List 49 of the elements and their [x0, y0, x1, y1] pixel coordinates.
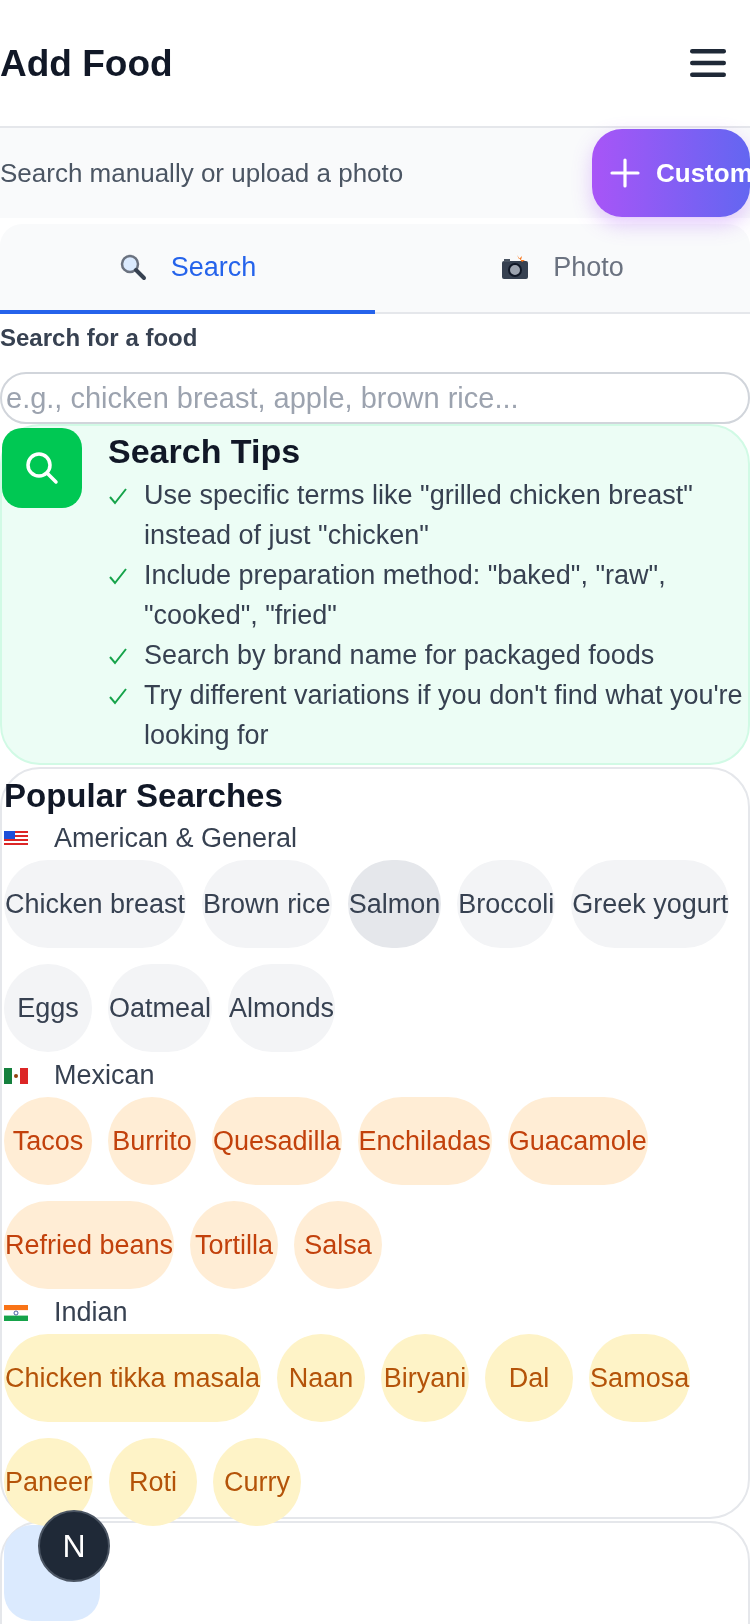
food-chip[interactable]: Greek yogurt — [571, 860, 730, 948]
food-chip[interactable]: Samosa — [589, 1334, 691, 1422]
food-chip[interactable]: Quesadilla — [212, 1097, 342, 1185]
group-label: American & General — [54, 823, 298, 854]
tips-title: Search Tips — [108, 432, 302, 471]
subtitle: Search manually or upload a photo — [0, 157, 404, 189]
food-chip[interactable]: Tacos — [4, 1097, 92, 1185]
menu-icon[interactable] — [690, 49, 726, 77]
flag-icon — [4, 1067, 28, 1084]
food-chip[interactable]: Naan — [277, 1334, 366, 1422]
tip-text: Try different variations if you don't find what you're looking for — [144, 679, 744, 752]
magnifier-icon — [118, 253, 147, 281]
food-chip[interactable]: Dal — [485, 1334, 574, 1422]
food-chip[interactable]: Refried beans — [4, 1201, 175, 1289]
check-icon — [108, 486, 128, 506]
food-chip[interactable]: Paneer — [4, 1438, 94, 1526]
food-chip[interactable]: Roti — [109, 1438, 198, 1526]
check-icon — [108, 686, 128, 706]
food-chip[interactable]: Oatmeal — [108, 964, 213, 1052]
tip-text: Include preparation method: "baked", "raw", "cooked", "fried" — [144, 559, 667, 632]
plus-icon — [610, 158, 640, 188]
food-chip[interactable]: Biryani — [381, 1334, 470, 1422]
food-chip[interactable]: Chicken breast — [4, 860, 187, 948]
flag-icon — [4, 830, 28, 847]
group-label: Indian — [54, 1297, 128, 1328]
food-chip[interactable]: Eggs — [4, 964, 92, 1052]
tab[interactable]: Photo — [375, 224, 750, 314]
food-chip[interactable]: Broccoli — [457, 860, 556, 948]
tip-text: Use specific terms like "grilled chicken breast" instead of just "chicken" — [144, 479, 694, 552]
popular-title: Popular Searches — [4, 777, 284, 815]
group-label: Mexican — [54, 1060, 155, 1091]
food-chip[interactable]: Tortilla — [190, 1201, 279, 1289]
food-chip[interactable]: Salsa — [294, 1201, 383, 1289]
field-label: Search for a food — [0, 324, 199, 352]
food-chip[interactable]: Almonds — [228, 964, 336, 1052]
flag-icon — [4, 1304, 28, 1321]
check-icon — [108, 566, 128, 586]
food-chip[interactable]: Guacamole — [507, 1097, 648, 1185]
food-chip[interactable]: Curry — [213, 1438, 302, 1526]
tip-text: Search by brand name for packaged foods — [144, 639, 655, 672]
food-chip[interactable]: Chicken tikka masala — [4, 1334, 262, 1422]
search-field[interactable]: e.g., chicken breast, apple, brown rice... — [0, 372, 750, 424]
check-icon — [108, 646, 128, 666]
food-chip[interactable]: Salmon — [347, 860, 442, 948]
food-chip[interactable]: Enchiladas — [357, 1097, 492, 1185]
tab[interactable]: Search — [0, 224, 375, 314]
food-chip[interactable]: Burrito — [108, 1097, 196, 1185]
page-title: Add Food — [0, 42, 173, 85]
food-chip[interactable]: Brown rice — [202, 860, 332, 948]
